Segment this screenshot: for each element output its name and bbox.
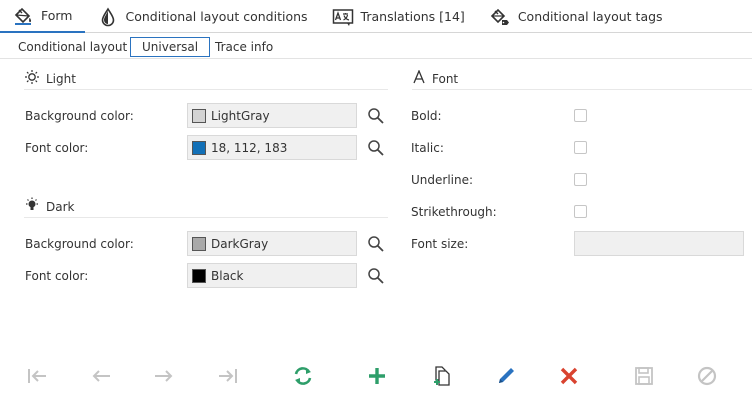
bold-label: Bold: <box>411 109 442 123</box>
tag-bucket-icon <box>489 6 511 28</box>
translate-icon <box>332 6 354 28</box>
light-font-color-label: Font color: <box>25 141 89 155</box>
font-letter-icon <box>412 69 426 87</box>
save-icon <box>634 366 654 389</box>
cancel-icon <box>696 365 718 390</box>
underline-checkbox[interactable] <box>574 173 587 186</box>
dark-font-color-value: Black <box>211 268 244 283</box>
tab-tags-label: Conditional layout tags <box>517 9 663 24</box>
tab-form-label: Form <box>41 8 73 23</box>
tab-conditions-label: Conditional layout conditions <box>125 9 308 24</box>
subtab-conditional-layout[interactable]: Conditional layout <box>18 37 127 57</box>
font-section-title: Font <box>432 71 459 86</box>
edit-button[interactable] <box>494 365 518 389</box>
dark-font-color-label: Font color: <box>25 269 89 283</box>
tab-translations[interactable]: Translations [14] <box>320 0 477 33</box>
search-icon[interactable] <box>367 139 385 157</box>
refresh-icon <box>292 365 314 390</box>
next-record-button[interactable] <box>152 365 176 389</box>
first-record-icon <box>26 367 48 388</box>
dark-font-swatch <box>192 268 206 283</box>
delete-icon <box>559 366 579 389</box>
first-record-button[interactable] <box>25 365 49 389</box>
delete-button[interactable] <box>557 365 581 389</box>
add-button[interactable] <box>365 365 389 389</box>
search-icon[interactable] <box>367 107 385 125</box>
dark-section-header: Dark <box>24 196 388 218</box>
strikethrough-checkbox[interactable] <box>574 205 587 218</box>
light-section-title: Light <box>46 71 76 86</box>
underline-label: Underline: <box>411 173 474 187</box>
subtab-universal[interactable]: Universal <box>130 37 211 57</box>
bold-checkbox[interactable] <box>574 109 587 122</box>
tab-conditional-layout-tags[interactable]: Conditional layout tags <box>477 0 675 33</box>
italic-checkbox[interactable] <box>574 141 587 154</box>
tab-translations-label: Translations [14] <box>360 9 465 24</box>
previous-record-button[interactable] <box>89 365 113 389</box>
copy-button[interactable] <box>430 365 454 389</box>
light-background-field[interactable]: LightGray <box>187 103 357 128</box>
light-font-color-field[interactable]: 18, 112, 183 <box>187 135 357 160</box>
font-size-label: Font size: <box>411 237 469 251</box>
light-background-swatch <box>192 108 206 123</box>
sub-tab-bar: Conditional layout Universal Trace info <box>0 35 752 59</box>
light-background-label: Background color: <box>25 109 134 123</box>
top-tab-bar: Form Conditional layout conditions Trans… <box>0 0 752 33</box>
light-background-value: LightGray <box>211 108 270 123</box>
italic-label: Italic: <box>411 141 444 155</box>
dark-background-swatch <box>192 236 206 251</box>
dark-background-value: DarkGray <box>211 236 269 251</box>
last-record-icon <box>217 367 239 388</box>
save-button[interactable] <box>632 365 656 389</box>
light-font-color-value: 18, 112, 183 <box>211 140 288 155</box>
edit-icon <box>495 365 517 390</box>
lightbulb-icon <box>24 197 40 216</box>
light-section-header: Light <box>24 68 388 90</box>
dark-font-color-field[interactable]: Black <box>187 263 357 288</box>
refresh-button[interactable] <box>291 365 315 389</box>
search-icon[interactable] <box>367 267 385 285</box>
dark-background-field[interactable]: DarkGray <box>187 231 357 256</box>
last-record-button[interactable] <box>216 365 240 389</box>
subtab-trace-info[interactable]: Trace info <box>215 37 273 57</box>
search-icon[interactable] <box>367 235 385 253</box>
font-section-header: Font <box>412 68 752 90</box>
next-record-icon <box>153 367 175 388</box>
tab-form[interactable]: Form <box>0 0 85 33</box>
cancel-button[interactable] <box>695 365 719 389</box>
add-icon <box>367 366 387 389</box>
dark-background-label: Background color: <box>25 237 134 251</box>
light-font-swatch <box>192 140 206 155</box>
sun-icon <box>24 69 40 88</box>
copy-icon <box>431 365 453 390</box>
dark-section-title: Dark <box>46 199 75 214</box>
previous-record-icon <box>90 367 112 388</box>
font-size-input[interactable] <box>574 231 744 256</box>
tab-conditional-layout-conditions[interactable]: Conditional layout conditions <box>85 0 320 33</box>
paint-bucket-icon <box>12 5 34 27</box>
drop-icon <box>97 6 119 28</box>
strikethrough-label: Strikethrough: <box>411 205 497 219</box>
